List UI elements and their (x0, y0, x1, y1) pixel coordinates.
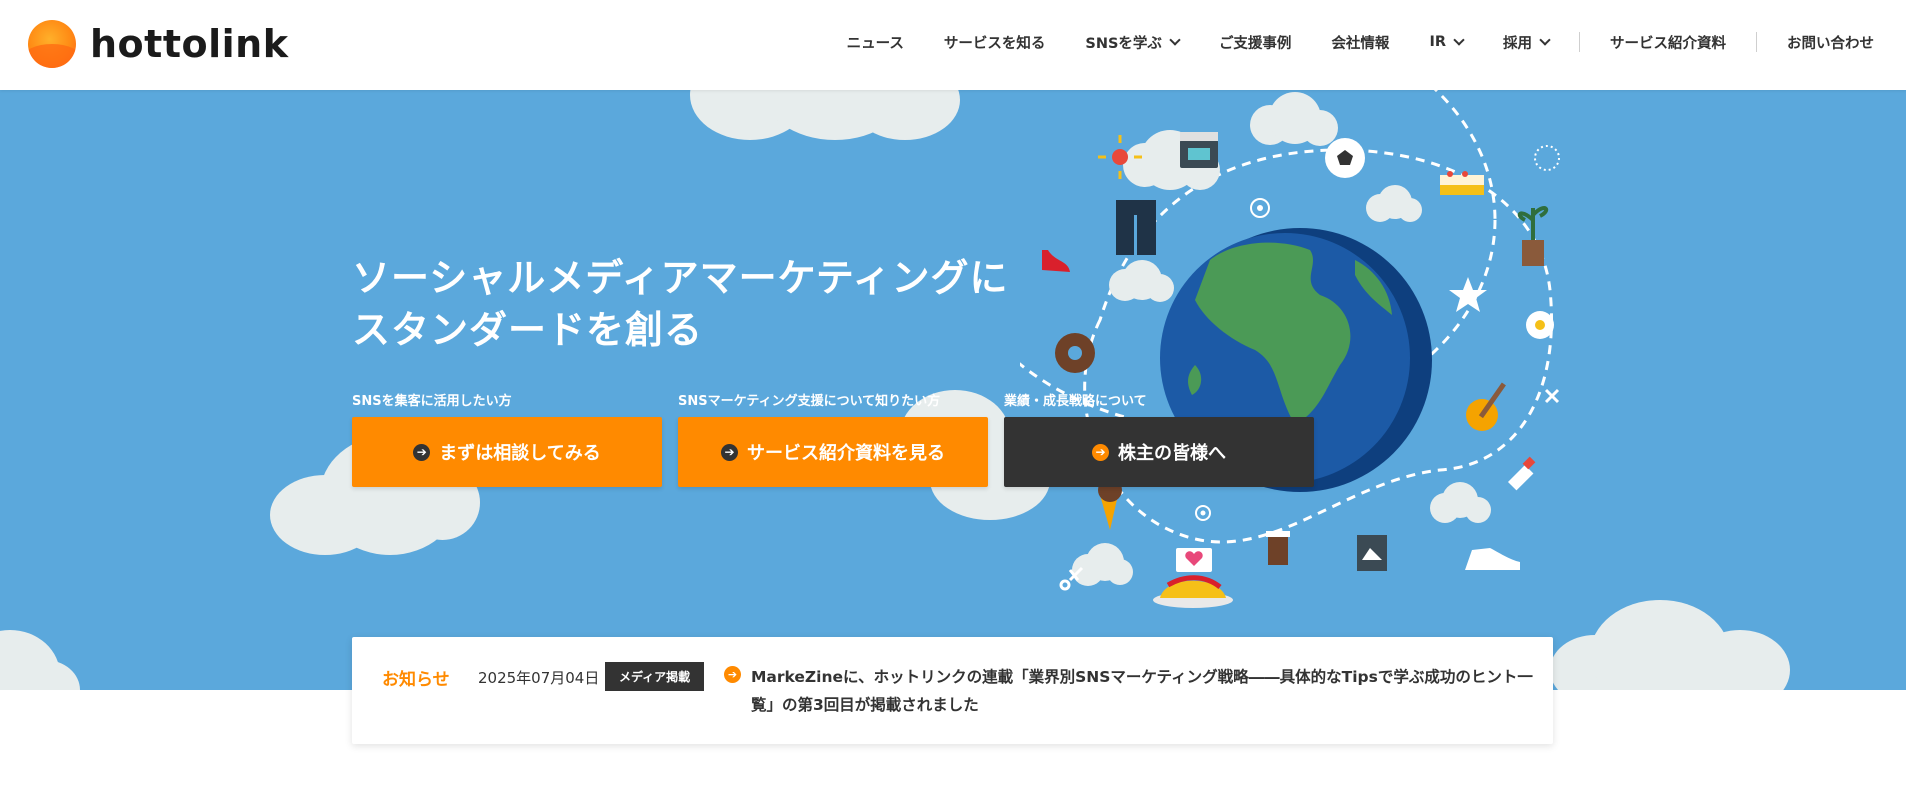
service-materials-button[interactable]: ➔ サービス紹介資料を見る (678, 417, 988, 487)
nav-learn-sns[interactable]: SNSを学ぶ (1065, 32, 1199, 53)
hero-title-line2: スタンダードを創る (352, 308, 704, 352)
nav-divider (1756, 32, 1757, 52)
nav-case-studies-label: ご支援事例 (1218, 35, 1292, 52)
site-header: hottolink ニュース サービスを知る SNSを学ぶ ご支援事例 会社情報… (0, 0, 1906, 90)
nav-recruit[interactable]: 採用 (1483, 32, 1569, 53)
nav-service-materials-label: サービス紹介資料 (1610, 35, 1726, 52)
nav-contact[interactable]: お問い合わせ (1767, 32, 1906, 53)
news-card[interactable]: お知らせ 2025年07月04日 メディア掲載 ➔ MarkeZineに、ホット… (352, 637, 1553, 744)
hero-section: ソーシャルメディアマーケティングに スタンダードを創る SNSを集客に活用したい… (0, 90, 1906, 690)
nav-services[interactable]: サービスを知る (924, 32, 1066, 53)
nav-case-studies[interactable]: ご支援事例 (1199, 32, 1312, 53)
nav-recruit-label: 採用 (1503, 35, 1532, 52)
logo[interactable]: hottolink (28, 18, 288, 70)
chevron-down-icon (1453, 33, 1465, 46)
arrow-right-circle-icon: ➔ (413, 443, 431, 461)
arrow-right-circle-icon: ➔ (724, 666, 741, 683)
chevron-down-icon (1169, 33, 1181, 46)
shareholders-button[interactable]: ➔ 株主の皆様へ (1004, 417, 1314, 487)
nav-company[interactable]: 会社情報 (1311, 32, 1409, 53)
nav-contact-label: お問い合わせ (1787, 35, 1874, 52)
news-category-badge: メディア掲載 (605, 662, 705, 691)
nav-news[interactable]: ニュース (827, 32, 924, 53)
hero-title: ソーシャルメディアマーケティングに スタンダードを創る (352, 252, 1009, 356)
arrow-right-circle-icon: ➔ (721, 443, 738, 461)
nav-divider (1579, 32, 1580, 52)
cta-materials-caption: SNSマーケティング支援について知りたい方 (678, 394, 941, 409)
nav-company-label: 会社情報 (1331, 35, 1390, 52)
news-date: 2025年07月04日 (478, 669, 600, 687)
consult-button-label: まずは相談してみる (439, 443, 601, 464)
arrow-right-circle-icon: ➔ (1092, 443, 1109, 461)
main-nav: ニュース サービスを知る SNSを学ぶ ご支援事例 会社情報 IR 採用 サービ… (827, 0, 1906, 84)
nav-services-label: サービスを知る (943, 35, 1046, 52)
news-link[interactable]: MarkeZineに、ホットリンクの連載「業界別SNSマーケティング戦略――具体… (751, 663, 1541, 719)
hero-title-line1: ソーシャルメディアマーケティングに (352, 256, 1009, 300)
nav-ir[interactable]: IR (1409, 33, 1483, 50)
news-heading: お知らせ (382, 670, 450, 690)
shareholders-button-label: 株主の皆様へ (1118, 443, 1226, 464)
logo-mark-icon (28, 20, 76, 68)
consult-button[interactable]: ➔ まずは相談してみる (352, 417, 662, 487)
cta-shareholders-caption: 業績・成長戦略について (1004, 394, 1147, 409)
nav-news-label: ニュース (846, 35, 904, 52)
service-materials-button-label: サービス紹介資料を見る (747, 443, 945, 464)
globe-illustration (1020, 90, 1560, 608)
cta-consult-caption: SNSを集客に活用したい方 (352, 394, 512, 409)
nav-learn-sns-label: SNSを学ぶ (1085, 35, 1162, 52)
logo-text: hottolink (90, 22, 289, 66)
nav-service-materials[interactable]: サービス紹介資料 (1590, 32, 1746, 53)
nav-ir-label: IR (1429, 34, 1446, 50)
chevron-down-icon (1539, 33, 1551, 46)
